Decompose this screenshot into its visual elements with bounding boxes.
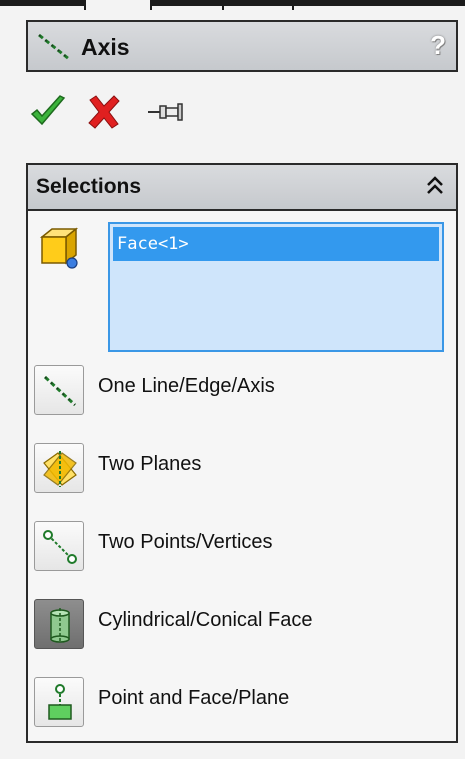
point-face-button[interactable] [34,677,84,727]
tab-divider [292,0,294,10]
two-points-button[interactable] [34,521,84,571]
line-edge-axis-button[interactable] [34,365,84,415]
option-label: Two Planes [98,453,202,475]
option-line-edge-axis[interactable]: One Line/Edge/Axis [34,365,434,421]
selections-heading: Selections [36,175,142,198]
line-edge-axis-icon [43,375,77,407]
page-title: Axis [81,34,130,60]
face-selection-icon [39,227,79,269]
option-label: One Line/Edge/Axis [98,375,275,397]
selections-header[interactable]: Selections [28,165,456,211]
option-label: Two Points/Vertices [98,531,273,553]
axis-icon [38,33,70,61]
selection-list[interactable]: Face<1> [108,222,444,352]
tab-divider [222,0,224,10]
property-manager-header: Axis ? [26,20,458,72]
pushpin-icon[interactable] [146,92,186,132]
point-face-icon [48,684,72,720]
cylinder-icon [50,608,70,643]
two-planes-button[interactable] [34,443,84,493]
two-points-icon [43,530,77,564]
help-button[interactable]: ? [430,30,446,61]
option-label: Point and Face/Plane [98,687,290,709]
close-icon[interactable] [84,92,124,132]
tab-divider [84,0,86,10]
cylindrical-face-button[interactable] [34,599,84,649]
two-planes-icon [43,451,77,487]
option-point-face[interactable]: Point and Face/Plane [34,677,434,733]
list-item[interactable]: Face<1> [113,227,439,261]
double-chevron-up-icon[interactable] [424,173,446,199]
tab-divider [0,0,84,6]
option-two-planes[interactable]: Two Planes [34,443,434,499]
option-cylindrical-face[interactable]: Cylindrical/Conical Face [34,599,434,655]
checkmark-icon[interactable] [28,92,68,132]
option-label: Cylindrical/Conical Face [98,609,313,631]
option-two-points[interactable]: Two Points/Vertices [34,521,434,577]
top-strip [0,0,465,12]
action-bar [28,92,228,132]
selections-panel: Selections Face<1> One Line/Edge/Axis Tw… [26,163,458,743]
tab-divider [150,0,465,6]
tab-divider [150,0,152,10]
